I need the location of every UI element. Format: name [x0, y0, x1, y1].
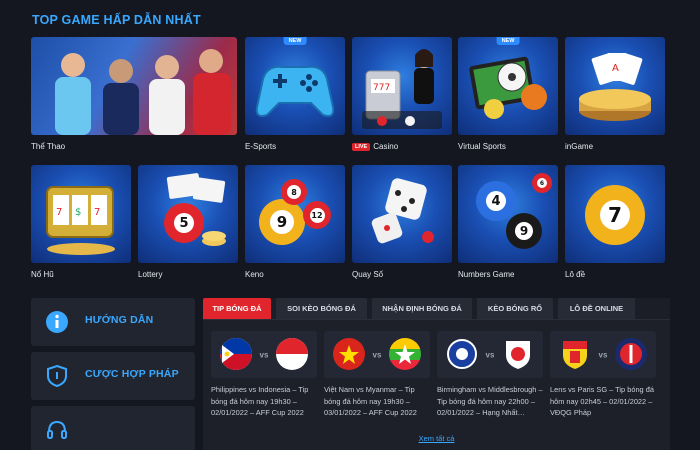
cards-chips-illustration: A [579, 53, 651, 121]
birmingham-crest-icon [447, 339, 477, 369]
game-label: Quay Số [352, 270, 384, 279]
svg-text:$: $ [75, 207, 81, 218]
info-icon [46, 311, 68, 333]
side-menu-huong-dan[interactable]: HƯỚNG DẪN [31, 298, 195, 346]
ticket-icon [166, 173, 226, 246]
game-card-virtual-sports[interactable]: NEW [458, 37, 558, 135]
match-card[interactable]: vs Lens vs Paris SG – Tip bóng đá hôm na… [550, 331, 656, 419]
match-thumbnail: vs [437, 331, 543, 378]
tab-tip-bong-da[interactable]: TIP BÓNG ĐÁ [203, 298, 271, 319]
number-ball-icon: 6 [532, 173, 552, 193]
vs-label: vs [372, 350, 382, 359]
game-card-the-thao[interactable] [31, 37, 237, 135]
game-label: Lottery [138, 270, 163, 279]
match-card[interactable]: vs Birmingham vs Middlesbrough – Tip bón… [437, 331, 543, 419]
side-menu-label: HƯỚNG DẪN [85, 314, 154, 326]
virtual-sports-illustration [469, 56, 547, 119]
match-title: Birmingham vs Middlesbrough – Tip bóng đ… [437, 385, 543, 417]
game-card-lottery[interactable]: 5 [138, 165, 238, 263]
indonesia-flag-icon [276, 338, 308, 370]
game-card-ingame[interactable]: A [565, 37, 665, 135]
match-title: Philippines vs Indonesia – Tip bóng đá h… [211, 385, 309, 417]
game-label: Virtual Sports [458, 142, 506, 151]
side-menu-support[interactable] [31, 406, 195, 450]
vs-label: vs [598, 350, 608, 359]
middlesbrough-crest-icon [506, 341, 530, 369]
match-card[interactable]: vs Việt Nam vs Myanmar – Tip bóng đá hôm… [324, 331, 430, 419]
headset-icon [47, 420, 67, 439]
new-badge: NEW [496, 37, 520, 45]
game-label: Numbers Game [458, 270, 515, 279]
tab-lo-de-online[interactable]: LÔ ĐỀ ONLINE [558, 298, 635, 319]
keno-ball-icon: 9 [259, 199, 305, 245]
tab-soi-keo-bong-da[interactable]: SOI KÈO BÓNG ĐÁ [276, 298, 367, 319]
news-tabs-panel: TIP BÓNG ĐÁ SOI KÈO BÓNG ĐÁ NHẬN ĐỊNH BÓ… [203, 298, 670, 450]
philippines-flag-icon [220, 338, 252, 370]
game-label: E-Sports [245, 142, 277, 151]
game-card-no-hu[interactable]: 7 $ 7 [31, 165, 131, 263]
live-badge: LIVE [352, 142, 371, 151]
gamepad-icon [255, 65, 335, 117]
tab-keo-bong-ro[interactable]: KÈO BÓNG RỔ [477, 298, 553, 319]
number-ball-icon: 4 [476, 181, 516, 221]
game-label: Nổ Hũ [31, 270, 54, 279]
match-title: Lens vs Paris SG – Tip bóng đá hôm nay 0… [550, 385, 654, 417]
game-card-keno[interactable]: 9 12 8 [245, 165, 345, 263]
number-ball-icon: 9 [506, 213, 542, 249]
myanmar-flag-icon [389, 338, 421, 370]
dice-icon [371, 178, 434, 244]
new-badge: NEW [283, 37, 307, 45]
svg-text:7: 7 [56, 207, 62, 218]
lens-crest-icon [563, 341, 587, 369]
section-title: TOP GAME HẤP DẪN NHẤT [32, 13, 201, 27]
game-label: inGame [565, 142, 594, 151]
vs-label: vs [259, 350, 269, 359]
game-card-e-sports[interactable]: NEW [245, 37, 345, 135]
psg-crest-icon [615, 338, 647, 370]
match-thumbnail: vs [550, 331, 656, 378]
match-card[interactable]: vs Philippines vs Indonesia – Tip bóng đ… [211, 331, 317, 419]
keno-ball-icon: 12 [303, 201, 331, 229]
side-menu-cuoc-hop-phap[interactable]: CƯỢC HỢP PHÁP [31, 352, 195, 400]
game-label: Thể Thao [31, 142, 66, 151]
svg-text:7: 7 [94, 207, 100, 218]
tab-content: vs Philippines vs Indonesia – Tip bóng đ… [203, 319, 670, 450]
game-card-quay-so[interactable] [352, 165, 452, 263]
tab-nhan-dinh-bong-da[interactable]: NHẬN ĐỊNH BÓNG ĐÁ [372, 298, 472, 319]
game-card-numbers-game[interactable]: 4 9 6 [458, 165, 558, 263]
game-label: LIVE Casino [352, 142, 398, 151]
match-thumbnail: vs [324, 331, 430, 378]
game-label: Lô đề [565, 270, 586, 279]
match-thumbnail: vs [211, 331, 317, 378]
svg-text:A: A [612, 63, 619, 74]
shield-icon [47, 364, 67, 388]
slot-machine-illustration: 7 $ 7 [46, 186, 115, 255]
match-title: Việt Nam vs Myanmar – Tip bóng đá hôm na… [324, 385, 417, 417]
side-menu-label: CƯỢC HỢP PHÁP [85, 368, 179, 380]
game-label: Keno [245, 270, 264, 279]
game-card-casino[interactable]: 777 [352, 37, 452, 135]
svg-text:777: 777 [373, 83, 390, 93]
vs-label: vs [485, 350, 495, 359]
football-players-illustration [55, 49, 231, 135]
see-all-link[interactable]: Xem tất cả [203, 434, 670, 443]
vietnam-flag-icon [333, 338, 365, 370]
lo-de-ball-icon: 7 [585, 185, 645, 245]
casino-illustration: 777 [362, 49, 442, 129]
keno-ball-icon: 8 [281, 179, 307, 205]
game-card-lo-de[interactable]: 7 [565, 165, 665, 263]
